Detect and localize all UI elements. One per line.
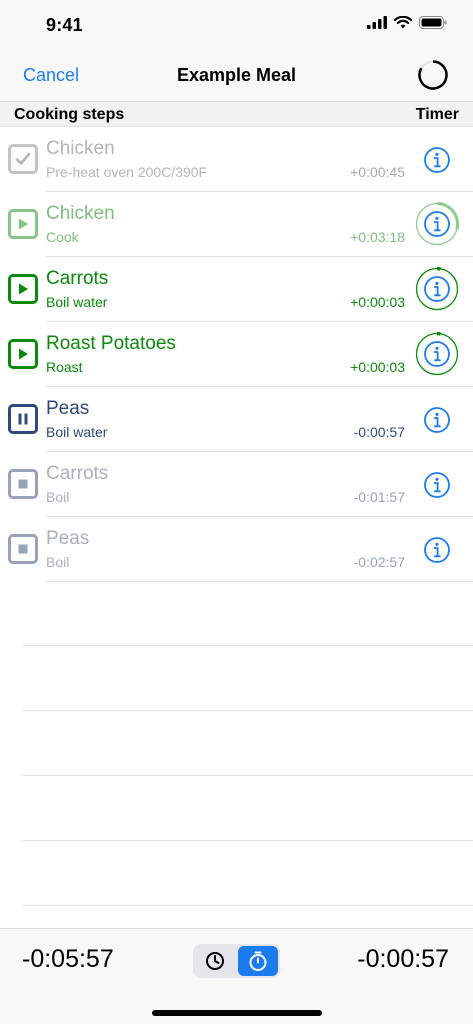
step-subtitle: Cook xyxy=(46,229,79,245)
info-icon[interactable] xyxy=(423,406,451,434)
step-row[interactable]: Carrots Boil -0:01:57 xyxy=(0,452,473,517)
step-title: Carrots xyxy=(46,268,109,289)
status-time: 9:41 xyxy=(46,15,83,35)
cooking-steps-list: Chicken Pre-heat oven 200C/390F +0:00:45… xyxy=(0,127,473,582)
divider xyxy=(22,776,473,841)
timer-ring-info-icon[interactable] xyxy=(415,267,459,311)
timer-ring-info-icon[interactable] xyxy=(415,332,459,376)
page-title: Example Meal xyxy=(176,65,297,85)
next-step-time: -0:00:57 xyxy=(357,945,449,973)
bottom-toolbar: -0:05:57 -0:00:57 xyxy=(0,928,473,1024)
mode-segmented-control[interactable] xyxy=(193,944,280,978)
step-time: -0:01:57 xyxy=(353,489,405,505)
step-row[interactable]: Peas Boil water -0:00:57 xyxy=(0,387,473,452)
step-subtitle: Roast xyxy=(46,359,83,375)
info-icon[interactable] xyxy=(423,536,451,564)
play-icon[interactable] xyxy=(8,339,38,369)
step-row[interactable]: Roast Potatoes Roast +0:00:03 xyxy=(0,322,473,387)
divider xyxy=(22,646,473,711)
step-row[interactable]: Chicken Cook +0:03:18 xyxy=(0,192,473,257)
step-title: Chicken xyxy=(46,203,115,224)
clock-mode-button[interactable] xyxy=(195,946,235,976)
status-bar: 9:41 xyxy=(0,0,473,50)
step-title: Carrots xyxy=(46,463,109,484)
step-title: Roast Potatoes xyxy=(46,333,176,354)
step-time: +0:00:03 xyxy=(350,359,405,375)
checkmark-icon[interactable] xyxy=(8,144,38,174)
step-title: Peas xyxy=(46,398,90,419)
play-icon[interactable] xyxy=(8,209,38,239)
status-icons xyxy=(367,16,447,29)
step-subtitle: Boil water xyxy=(46,294,108,310)
step-subtitle: Pre-heat oven 200C/390F xyxy=(46,164,208,180)
stopwatch-mode-button[interactable] xyxy=(238,946,278,976)
stopwatch-icon xyxy=(249,951,267,971)
stop-icon[interactable] xyxy=(8,469,38,499)
step-time: +0:00:45 xyxy=(350,164,405,180)
home-indicator[interactable] xyxy=(152,1010,322,1016)
navigation-bar: Cancel Example Meal xyxy=(0,50,473,100)
wifi-icon xyxy=(394,16,412,29)
battery-icon xyxy=(419,16,447,29)
pause-icon[interactable] xyxy=(8,404,38,434)
step-time: -0:00:57 xyxy=(353,424,405,440)
step-subtitle: Boil xyxy=(46,489,70,505)
stop-icon[interactable] xyxy=(8,534,38,564)
step-row[interactable]: Carrots Boil water +0:00:03 xyxy=(0,257,473,322)
step-time: +0:00:03 xyxy=(350,294,405,310)
divider xyxy=(22,841,473,906)
info-icon[interactable] xyxy=(423,146,451,174)
step-subtitle: Boil xyxy=(46,554,70,570)
step-subtitle: Boil water xyxy=(46,424,108,440)
step-title: Chicken xyxy=(46,138,115,159)
info-icon[interactable] xyxy=(423,471,451,499)
divider xyxy=(22,711,473,776)
section-title-timer: Timer xyxy=(415,106,459,123)
total-elapsed-time: -0:05:57 xyxy=(22,945,114,973)
step-time: +0:03:18 xyxy=(350,229,405,245)
step-title: Peas xyxy=(46,528,90,549)
section-title-cooking-steps: Cooking steps xyxy=(14,106,125,123)
step-row[interactable]: Peas Boil -0:02:57 xyxy=(0,517,473,582)
divider xyxy=(22,581,473,646)
timer-ring-info-icon[interactable] xyxy=(415,202,459,246)
step-time: -0:02:57 xyxy=(353,554,405,570)
clock-icon xyxy=(206,952,224,970)
empty-list-area xyxy=(0,581,473,906)
signal-icon xyxy=(367,16,387,29)
progress-ring-icon[interactable] xyxy=(417,59,449,91)
play-icon[interactable] xyxy=(8,274,38,304)
step-row[interactable]: Chicken Pre-heat oven 200C/390F +0:00:45 xyxy=(0,127,473,192)
section-header: Cooking steps Timer xyxy=(0,101,473,127)
